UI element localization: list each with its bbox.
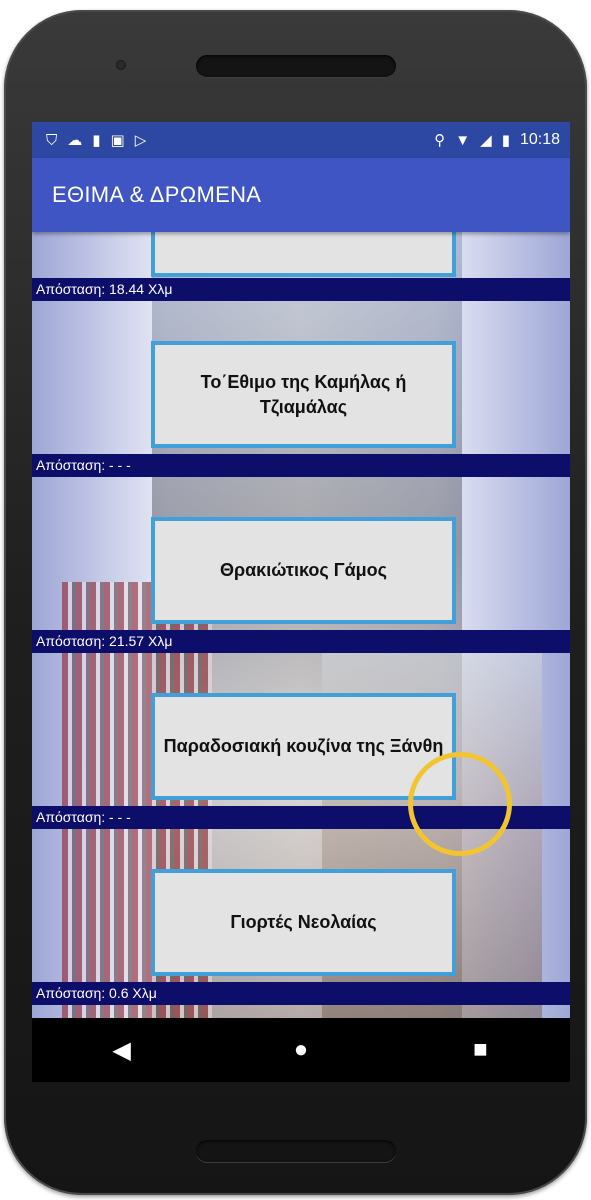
custom-title: Γιορτές Νεολαίας: [230, 912, 377, 933]
shield-icon: ⛉: [46, 131, 58, 149]
customs-list[interactable]: Απόσταση: 18.44 Χλμ Το΄Εθιμο της Καμήλας…: [32, 232, 570, 1018]
play-store-icon: ▷: [134, 131, 147, 149]
status-time: 10:18: [519, 131, 560, 148]
custom-card[interactable]: Το΄Εθιμο της Καμήλας ή Τζιαμάλας: [151, 341, 456, 448]
status-system-icons: ⚲ ▼ ◢ ▮ 10:18: [434, 131, 560, 149]
photo-icon: ▣: [110, 131, 125, 149]
back-icon[interactable]: ◀: [92, 1036, 152, 1065]
device-screen: ⛉ ☁ ▮ ▣ ▷ ⚲ ▼ ◢ ▮ 10:18 ΕΘΙΜΑ & ΔΡΩΜΕΝΑ …: [32, 122, 570, 1082]
custom-card[interactable]: Παραδοσιακή κουζίνα της Ξάνθη: [151, 693, 456, 800]
front-camera: [116, 60, 126, 70]
battery-icon: ▮: [501, 131, 510, 149]
status-bar: ⛉ ☁ ▮ ▣ ▷ ⚲ ▼ ◢ ▮ 10:18: [32, 122, 570, 158]
custom-card[interactable]: [151, 232, 456, 277]
bottom-speaker: [196, 1140, 396, 1162]
distance-label: Απόσταση: 21.57 Χλμ: [32, 630, 570, 653]
custom-title: Παραδοσιακή κουζίνα της Ξάνθη: [163, 736, 444, 757]
distance-label: Απόσταση: 18.44 Χλμ: [32, 278, 570, 301]
status-notification-icons: ⛉ ☁ ▮ ▣ ▷: [46, 133, 146, 148]
signal-icon: ◢: [480, 131, 492, 149]
distance-label: Απόσταση: 0.6 Χλμ: [32, 982, 570, 1005]
custom-title: Το΄Εθιμο της Καμήλας ή Τζιαμάλας: [200, 372, 407, 417]
navigation-bar: ◀ ● ■: [32, 1018, 570, 1082]
top-speaker: [196, 55, 396, 77]
custom-title: Θρακιώτικος Γάμος: [219, 560, 388, 581]
distance-label: Απόσταση: - - -: [32, 454, 570, 477]
custom-card[interactable]: Θρακιώτικος Γάμος: [151, 517, 456, 624]
custom-card[interactable]: Γιορτές Νεολαίας: [151, 869, 456, 976]
distance-label: Απόσταση: - - -: [32, 806, 570, 829]
wifi-icon: ▼: [455, 131, 471, 149]
cloud-icon: ☁: [67, 131, 83, 149]
home-icon[interactable]: ●: [271, 1036, 331, 1064]
app-title: ΕΘΙΜΑ & ΔΡΩΜΕΝΑ: [52, 182, 262, 207]
sd-card-icon: ▮: [92, 131, 101, 149]
recents-icon[interactable]: ■: [450, 1036, 510, 1064]
app-bar: ΕΘΙΜΑ & ΔΡΩΜΕΝΑ: [32, 158, 570, 232]
location-icon: ⚲: [434, 131, 446, 149]
